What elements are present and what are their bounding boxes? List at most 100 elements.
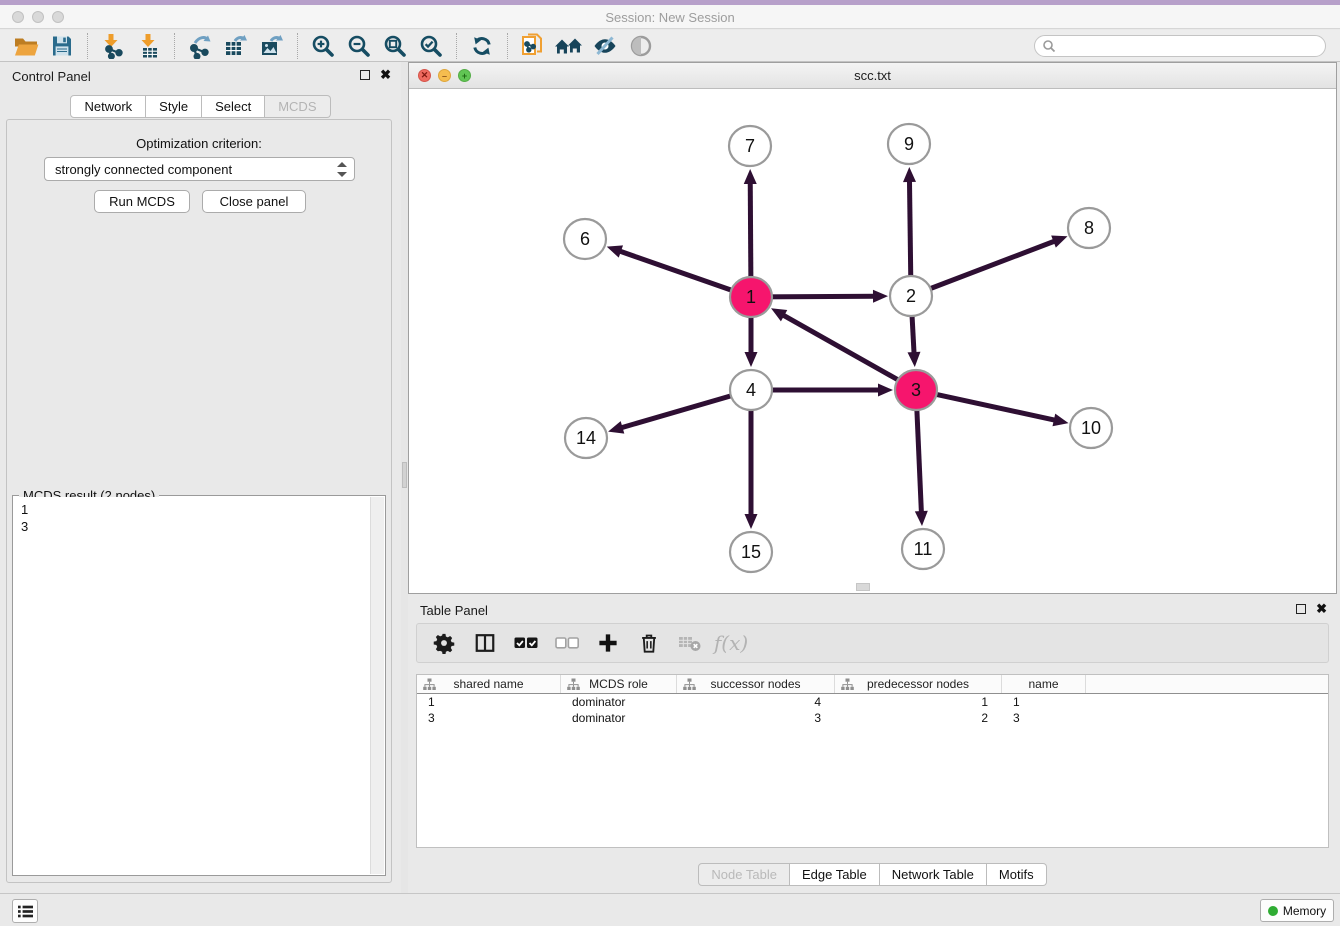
export-network-icon[interactable]: [182, 31, 218, 61]
column-header-mcds-role[interactable]: MCDS role: [561, 675, 677, 693]
graph-edge-3-11[interactable]: [916, 398, 921, 514]
table-row[interactable]: 3 dominator 3 2 3: [417, 710, 1328, 726]
function-builder-icon[interactable]: f(x): [718, 630, 744, 656]
graph-node-label: 2: [906, 286, 916, 306]
application-window: Session: New Session: [0, 0, 1340, 926]
network-window-titlebar[interactable]: ✕ – + scc.txt: [409, 63, 1336, 89]
create-column-plus-icon[interactable]: [595, 630, 621, 656]
graph-edge-arrowhead: [873, 290, 888, 303]
tab-style[interactable]: Style: [146, 95, 202, 118]
clone-network-icon[interactable]: [515, 31, 551, 61]
criterion-select[interactable]: strongly connected component: [44, 157, 355, 181]
tab-edge-table[interactable]: Edge Table: [790, 863, 880, 886]
tab-node-table[interactable]: Node Table: [698, 863, 790, 886]
panel-splitter[interactable]: [401, 62, 408, 893]
network-canvas[interactable]: 7968124314101511: [409, 89, 1336, 593]
task-history-button[interactable]: [12, 899, 38, 923]
home-icon[interactable]: [551, 31, 587, 61]
graph-edge-2-9[interactable]: [909, 179, 910, 288]
result-scrollbar[interactable]: [370, 497, 384, 874]
criterion-selected-value: strongly connected component: [55, 162, 232, 177]
graph-edge-arrowhead: [608, 421, 624, 433]
close-table-panel-icon[interactable]: ✖: [1316, 603, 1327, 615]
column-header-successor-nodes[interactable]: successor nodes: [677, 675, 835, 693]
column-header-name[interactable]: name: [1002, 675, 1086, 693]
graph-edge-1-2[interactable]: [759, 296, 876, 297]
save-session-icon[interactable]: [44, 31, 80, 61]
float-table-panel-icon[interactable]: [1296, 604, 1306, 614]
graph-node-label: 9: [904, 134, 914, 154]
mcds-result-item: 3: [21, 518, 370, 535]
graph-edge-3-10[interactable]: [924, 392, 1057, 421]
column-header-predecessor-nodes[interactable]: predecessor nodes: [835, 675, 1002, 693]
graph-node-label: 3: [911, 380, 921, 400]
tab-network-table[interactable]: Network Table: [880, 863, 987, 886]
tab-select[interactable]: Select: [202, 95, 265, 118]
search-icon: [1042, 39, 1056, 53]
graph-edge-2-8[interactable]: [918, 240, 1056, 293]
mcds-tab-content: Optimization criterion: strongly connect…: [6, 119, 392, 883]
import-table-icon[interactable]: [131, 31, 167, 61]
table-panel: Table Panel ✖: [408, 596, 1337, 888]
close-panel-icon[interactable]: ✖: [380, 69, 391, 81]
table-row[interactable]: 1 dominator 4 1 1: [417, 694, 1328, 710]
memory-button[interactable]: Memory: [1260, 899, 1334, 922]
graph-node-label: 14: [576, 428, 596, 448]
zoom-fit-icon[interactable]: [377, 31, 413, 61]
graph-node-label: 11: [914, 539, 933, 559]
deselect-all-rows-icon[interactable]: [554, 630, 580, 656]
hide-graphics-details-icon[interactable]: [587, 31, 623, 61]
table-settings-gear-icon[interactable]: [431, 630, 457, 656]
graph-edge-arrowhead: [744, 169, 757, 184]
refresh-icon[interactable]: [464, 31, 500, 61]
float-panel-icon[interactable]: [360, 70, 370, 80]
select-all-rows-icon[interactable]: [513, 630, 539, 656]
close-panel-button[interactable]: Close panel: [202, 190, 306, 213]
horizontal-splitter-handle[interactable]: [856, 583, 870, 591]
graph-edge-arrowhead: [745, 352, 758, 367]
show-column-panel-icon[interactable]: [472, 630, 498, 656]
network-window-title: scc.txt: [409, 68, 1336, 83]
column-type-icon: [423, 678, 436, 691]
tab-network[interactable]: Network: [70, 95, 146, 118]
import-network-icon[interactable]: [95, 31, 131, 61]
tab-mcds[interactable]: MCDS: [265, 95, 330, 118]
tab-motifs[interactable]: Motifs: [987, 863, 1047, 886]
column-type-icon: [841, 678, 854, 691]
table-header-row: shared name MCDS role successor nodes pr…: [417, 675, 1328, 694]
export-image-icon[interactable]: [254, 31, 290, 61]
graph-edge-arrowhead: [907, 352, 920, 367]
show-graphics-details-icon[interactable]: [623, 31, 659, 61]
delete-column-trash-icon[interactable]: [636, 630, 662, 656]
graph-edge-1-6[interactable]: [618, 251, 743, 295]
graph-edge-arrowhead: [607, 245, 623, 257]
graph-edge-1-7[interactable]: [750, 181, 751, 289]
search-input[interactable]: [1034, 35, 1326, 57]
graph-node-label: 15: [741, 542, 761, 562]
status-bar: Memory: [0, 893, 1340, 926]
zoom-out-icon[interactable]: [341, 31, 377, 61]
zoom-in-icon[interactable]: [305, 31, 341, 61]
mcds-result-list: 1 3: [14, 497, 370, 874]
graph-node-label: 6: [580, 229, 590, 249]
table-panel-tabs: Node Table Edge Table Network Table Moti…: [408, 863, 1337, 886]
table-toolbar: f(x): [416, 623, 1329, 663]
zoom-selected-icon[interactable]: [413, 31, 449, 61]
column-header-shared-name[interactable]: shared name: [417, 675, 561, 693]
run-mcds-button[interactable]: Run MCDS: [94, 190, 190, 213]
export-table-icon[interactable]: [218, 31, 254, 61]
memory-status-icon: [1268, 906, 1278, 916]
graph-edge-3-1[interactable]: [781, 314, 909, 386]
graph-edge-arrowhead: [1052, 414, 1068, 427]
column-type-icon: [567, 678, 580, 691]
open-session-icon[interactable]: [8, 31, 44, 61]
graph-edge-arrowhead: [903, 167, 916, 182]
main-toolbar: [0, 30, 1340, 62]
optimization-criterion-label: Optimization criterion:: [7, 136, 391, 151]
network-graph: 7968124314101511: [409, 89, 1336, 593]
splitter-handle[interactable]: [402, 462, 407, 488]
toolbar-separator: [507, 33, 508, 59]
delete-table-icon[interactable]: [677, 630, 703, 656]
task-list-icon: [17, 904, 34, 919]
graph-edge-4-14[interactable]: [620, 392, 744, 428]
